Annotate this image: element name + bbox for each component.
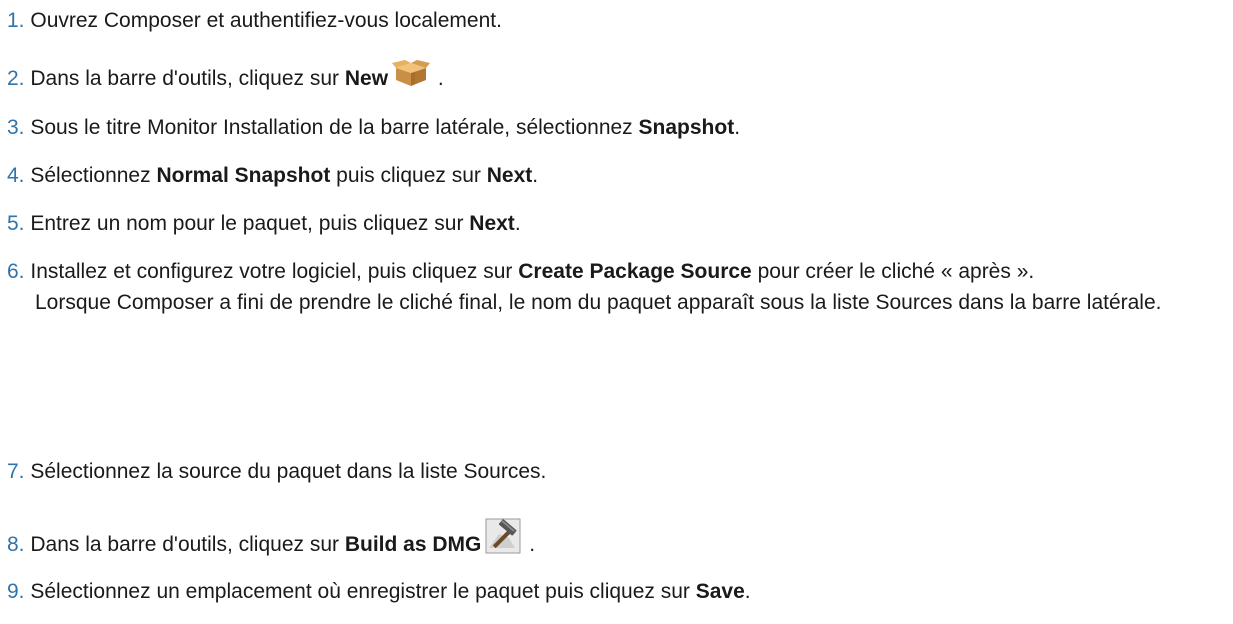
- step-text-end: .: [744, 580, 751, 603]
- step-number: 9.: [7, 580, 25, 603]
- hammer-icon: [485, 518, 521, 563]
- step-1: 1. Ouvrez Composer et authentifiez-vous …: [7, 5, 1225, 36]
- step-3: 3. Sous le titre Monitor Installation de…: [7, 112, 1225, 143]
- step-text: Installez et configurez votre logiciel, …: [30, 260, 519, 283]
- next-label: Next: [469, 212, 515, 235]
- save-label: Save: [695, 580, 745, 603]
- step-5: 5. Entrez un nom pour le paquet, puis cl…: [7, 208, 1225, 239]
- step-text-end: .: [432, 67, 444, 90]
- step-4: 4. Sélectionnez Normal Snapshot puis cli…: [7, 160, 1225, 191]
- step-number: 1.: [7, 9, 25, 32]
- step-number: 5.: [7, 212, 25, 235]
- build-as-dmg-label: Build as DMG: [344, 533, 482, 556]
- step-text-end: .: [532, 164, 539, 187]
- step-2: 2. Dans la barre d'outils, cliquez sur N…: [7, 60, 1225, 97]
- step-text: Sélectionnez: [30, 164, 157, 187]
- step-number: 2.: [7, 67, 25, 90]
- step-text-end: .: [523, 533, 536, 556]
- step-text: Entrez un nom pour le paquet, puis cliqu…: [30, 212, 470, 235]
- step-number: 7.: [7, 460, 25, 483]
- step-8: 8. Dans la barre d'outils, cliquez sur B…: [7, 518, 1225, 563]
- step-text-end: pour créer le cliché « après ».: [751, 260, 1035, 283]
- step-number: 4.: [7, 164, 25, 187]
- create-package-source-label: Create Package Source: [518, 260, 752, 283]
- step-text-end: .: [514, 212, 521, 235]
- next-label: Next: [486, 164, 533, 187]
- step-text: Dans la barre d'outils, cliquez sur: [30, 533, 345, 556]
- step-text: Ouvrez Composer et authentifiez-vous loc…: [30, 9, 502, 32]
- normal-snapshot-label: Normal Snapshot: [156, 164, 331, 187]
- step-7: 7. Sélectionnez la source du paquet dans…: [7, 456, 1225, 487]
- step-text: Sous le titre Monitor Installation de la…: [30, 116, 639, 139]
- step-number: 3.: [7, 116, 25, 139]
- step-number: 6.: [7, 260, 25, 283]
- step-6: 6. Installez et configurez votre logicie…: [7, 256, 1225, 318]
- step-text: Sélectionnez la source du paquet dans la…: [30, 460, 547, 483]
- step-text: Dans la barre d'outils, cliquez sur: [30, 67, 345, 90]
- step-9: 9. Sélectionnez un emplacement où enregi…: [7, 576, 1225, 607]
- step-text-end: .: [734, 116, 741, 139]
- step-text: Sélectionnez un emplacement où enregistr…: [30, 580, 696, 603]
- snapshot-label: Snapshot: [638, 116, 735, 139]
- package-box-icon: [392, 60, 431, 97]
- step-number: 8.: [7, 533, 25, 556]
- new-label: New: [344, 67, 389, 90]
- step-note: Lorsque Composer a fini de prendre le cl…: [35, 291, 1162, 314]
- step-text-mid: puis cliquez sur: [330, 164, 487, 187]
